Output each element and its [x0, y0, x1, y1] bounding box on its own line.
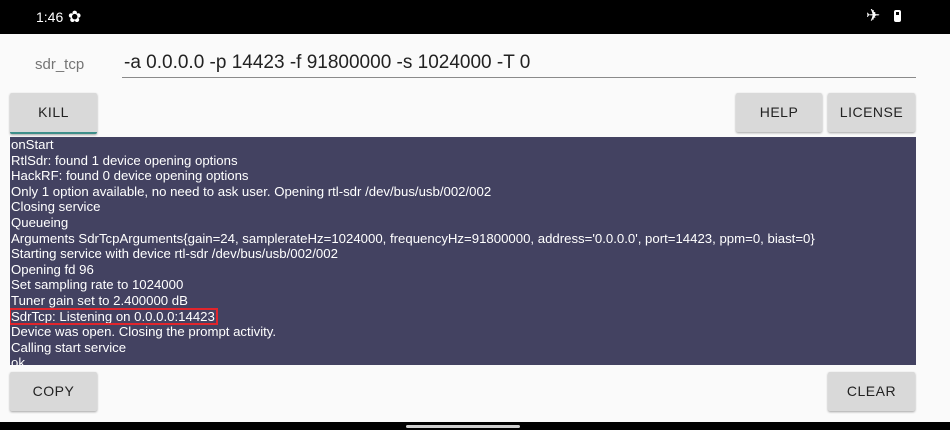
gear-icon: ✿ [68, 9, 82, 26]
airplane-mode-icon: ✈ [866, 6, 881, 25]
log-line: Opening fd 96 [11, 261, 94, 277]
copy-button[interactable]: COPY [10, 372, 97, 411]
log-line: RtlSdr: found 1 device opening options [11, 152, 238, 168]
command-row: sdr_tcp [0, 34, 950, 82]
app-window: sdr_tcp KILL HELP LICENSE onStartRtlSdr:… [0, 34, 950, 422]
log-line: Device was open. Closing the prompt acti… [11, 324, 277, 340]
battery-icon [894, 10, 901, 22]
log-line: Closing service [11, 199, 101, 215]
log-line: HackRF: found 0 device opening options [11, 168, 249, 184]
log-line: Only 1 option available, no need to ask … [11, 183, 492, 199]
status-bar: 1:46 ✿ ✈ [0, 0, 950, 34]
status-time: 1:46 [36, 9, 64, 25]
clear-button[interactable]: CLEAR [828, 372, 915, 411]
log-output[interactable]: onStart RtlSdr: found 1 device opening op… [10, 137, 916, 365]
gesture-handle[interactable] [406, 425, 520, 428]
log-line: onStart [11, 137, 54, 152]
log-line: ok [11, 355, 25, 365]
log-line: Arguments SdrTcpArguments{gain=24, sampl… [11, 230, 815, 246]
log-line: Queueing [11, 214, 69, 230]
log-line: Calling start service [11, 339, 127, 355]
command-label: sdr_tcp [35, 56, 85, 73]
log-line: Set sampling rate to 1024000 [11, 277, 184, 293]
command-arguments-field[interactable] [122, 49, 916, 78]
log-line: Tuner gain set to 2.400000 dB [11, 292, 188, 308]
license-button[interactable]: LICENSE [828, 93, 915, 132]
help-button[interactable]: HELP [736, 93, 822, 132]
log-line-highlighted: SdrTcp: Listening on 0.0.0.0:14423 [10, 307, 218, 326]
log-line: Starting service with device rtl-sdr /de… [11, 246, 338, 262]
kill-button[interactable]: KILL [10, 93, 97, 134]
navigation-bar [0, 422, 950, 430]
